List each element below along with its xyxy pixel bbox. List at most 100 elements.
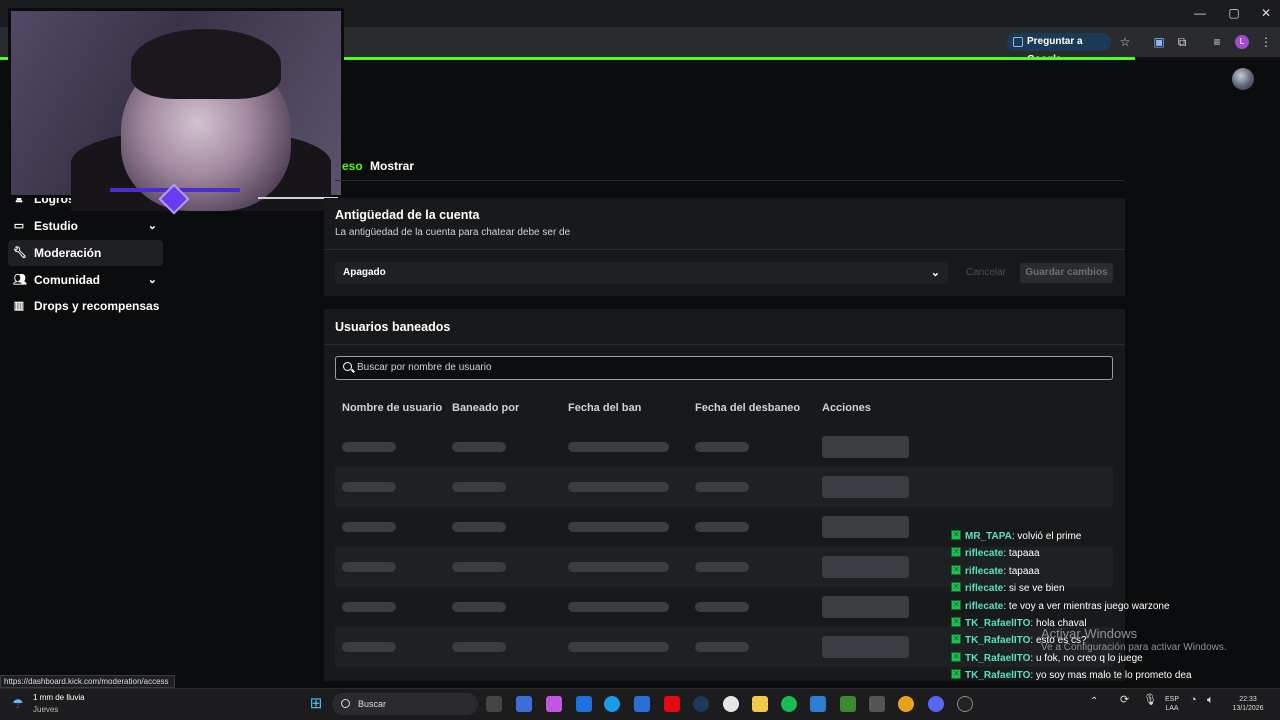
chat-message: riflecate: tapaaa bbox=[951, 544, 1040, 562]
profile-avatar[interactable]: L bbox=[1235, 35, 1249, 49]
spotify-icon[interactable] bbox=[781, 696, 797, 712]
outlook-icon[interactable] bbox=[634, 696, 650, 712]
cancel-button[interactable]: Cancelar bbox=[958, 263, 1014, 283]
chat-text: tapaaa bbox=[1008, 548, 1040, 560]
media-control-icon[interactable]: ≡ bbox=[1210, 35, 1224, 49]
tab-acceso[interactable]: eso bbox=[342, 158, 363, 174]
save-changes-button[interactable]: Guardar cambios bbox=[1020, 263, 1113, 283]
language-code: ESP bbox=[1164, 696, 1179, 703]
malwarebytes-icon[interactable] bbox=[576, 696, 592, 712]
select-value: Apagado bbox=[343, 267, 386, 278]
skeleton-cell bbox=[342, 642, 396, 652]
column-header-username[interactable]: Nombre de usuario bbox=[342, 402, 442, 414]
chat-badge-icon bbox=[951, 597, 961, 613]
taskbar-search-label: Buscar bbox=[358, 699, 387, 709]
minimize-icon[interactable]: — bbox=[1190, 4, 1210, 22]
obs-icon[interactable] bbox=[957, 696, 973, 712]
epic-games-icon[interactable] bbox=[723, 696, 739, 712]
chat-username: riflecate bbox=[965, 600, 1004, 612]
copilot-icon[interactable] bbox=[546, 696, 562, 712]
taskbar-search[interactable]: Buscar bbox=[332, 693, 478, 715]
chat-message: TK_RafaelITO: yo soy mas malo te lo prom… bbox=[951, 666, 1192, 684]
netflix-icon[interactable] bbox=[664, 696, 680, 712]
skeleton-cell bbox=[695, 602, 749, 612]
chrome-icon[interactable] bbox=[898, 696, 914, 712]
close-icon[interactable]: ✕ bbox=[1256, 4, 1276, 22]
chevron-down-icon: ⌄ bbox=[147, 274, 157, 286]
clock-time: 22:33 bbox=[1239, 696, 1257, 703]
community-icon: 👥︎ bbox=[13, 274, 27, 286]
skeleton-cell bbox=[342, 482, 396, 492]
chat-username: riflecate bbox=[965, 565, 1004, 577]
clock-date: 13/1/2026 bbox=[1232, 705, 1264, 712]
microphone-icon[interactable]: 🎙︎ bbox=[1143, 695, 1157, 706]
skeleton-cell bbox=[695, 522, 749, 532]
maximize-icon[interactable]: ▢ bbox=[1224, 4, 1244, 22]
column-header-ban-date[interactable]: Fecha del ban bbox=[568, 402, 641, 414]
column-header-unban-date[interactable]: Fecha del desbaneo bbox=[695, 402, 800, 414]
minecraft-icon[interactable] bbox=[840, 696, 856, 712]
skeleton-cell bbox=[568, 442, 669, 452]
chat-username: riflecate bbox=[965, 583, 1004, 595]
weather-summary[interactable]: 1 mm de lluvia bbox=[33, 693, 85, 702]
ask-google-button[interactable]: Preguntar a Google bbox=[1007, 33, 1111, 65]
skeleton-cell bbox=[342, 442, 396, 452]
skeleton-cell bbox=[568, 602, 669, 612]
language-indicator[interactable]: ESP LAA bbox=[1160, 695, 1184, 713]
skeleton-action bbox=[822, 476, 909, 498]
activate-windows-title: Activar Windows bbox=[1041, 626, 1138, 641]
clock[interactable]: 22:33 13/1/2026 bbox=[1228, 695, 1268, 713]
banned-users-title: Usuarios baneados bbox=[335, 320, 451, 334]
chat-text: volvió el prime bbox=[1017, 531, 1082, 542]
edge-icon[interactable] bbox=[604, 696, 620, 712]
task-view-icon[interactable] bbox=[486, 696, 502, 712]
sidebar-item-estudio[interactable]: ▭ Estudio ⌄ bbox=[8, 213, 163, 239]
chevron-down-icon: ⌄ bbox=[147, 220, 157, 232]
activate-windows-subtitle: Ve a Configuración para activar Windows. bbox=[1041, 642, 1227, 653]
extension-icon[interactable]: ▣ bbox=[1152, 35, 1166, 49]
sidebar-item-label: Estudio bbox=[34, 219, 78, 233]
skeleton-cell bbox=[568, 642, 669, 652]
skeleton-cell bbox=[342, 522, 396, 532]
column-header-actions: Acciones bbox=[822, 402, 871, 414]
puzzle-icon[interactable]: ⧉ bbox=[1175, 35, 1189, 49]
skeleton-cell bbox=[452, 642, 506, 652]
column-header-banned-by[interactable]: Baneado por bbox=[452, 402, 519, 414]
volume-icon[interactable]: 🔈︎ bbox=[1207, 695, 1214, 706]
username-search-input[interactable]: Buscar por nombre de usuario bbox=[335, 356, 1113, 380]
account-age-select[interactable]: Apagado ⌄ bbox=[335, 262, 948, 284]
search-icon bbox=[341, 699, 350, 708]
skeleton-cell bbox=[568, 522, 669, 532]
chat-text: yo soy mas malo te lo prometo dea bbox=[1035, 670, 1192, 682]
tray-app-icon[interactable]: ⟳ bbox=[1120, 695, 1129, 706]
discord-icon[interactable] bbox=[928, 696, 944, 712]
account-age-subtitle: La antigüedad de la cuenta para chatear … bbox=[335, 227, 571, 238]
webcam-overlay bbox=[8, 8, 344, 211]
file-explorer-icon[interactable] bbox=[752, 696, 768, 712]
windows-start-icon[interactable]: ⊞ bbox=[308, 696, 324, 712]
app-icon[interactable] bbox=[869, 696, 885, 712]
sidebar-item-comunidad[interactable]: 👥︎ Comunidad ⌄ bbox=[8, 267, 163, 293]
skeleton-cell bbox=[695, 642, 749, 652]
skeleton-action bbox=[822, 596, 909, 618]
skeleton-action bbox=[822, 436, 909, 458]
skeleton-cell bbox=[695, 562, 749, 572]
chat-message: riflecate: te voy a ver mientras juego w… bbox=[951, 597, 1170, 615]
chat-badge-icon bbox=[951, 544, 961, 560]
studio-icon: ▭ bbox=[13, 220, 25, 232]
tray-overflow-icon[interactable]: ⌃ bbox=[1090, 697, 1098, 707]
chat-message: riflecate: si se ve bien bbox=[951, 579, 1065, 597]
widgets-icon[interactable] bbox=[516, 696, 532, 712]
sidebar-item-moderacion[interactable]: 🔧︎ Moderación bbox=[8, 240, 163, 266]
menu-dots-icon[interactable]: ⋮ bbox=[1259, 35, 1273, 49]
skeleton-cell bbox=[695, 442, 749, 452]
steam-icon[interactable] bbox=[693, 696, 709, 712]
tab-mostrar[interactable]: Mostrar bbox=[370, 158, 414, 174]
sidebar-item-drops[interactable]: ▥ Drops y recompensas bbox=[8, 293, 163, 319]
wifi-icon[interactable]: ◔ bbox=[1190, 695, 1197, 706]
skeleton-cell bbox=[452, 602, 506, 612]
user-avatar[interactable] bbox=[1232, 68, 1254, 90]
star-icon[interactable]: ☆ bbox=[1118, 35, 1132, 49]
store-icon[interactable] bbox=[810, 696, 826, 712]
chat-text: tapaaa bbox=[1008, 565, 1040, 577]
